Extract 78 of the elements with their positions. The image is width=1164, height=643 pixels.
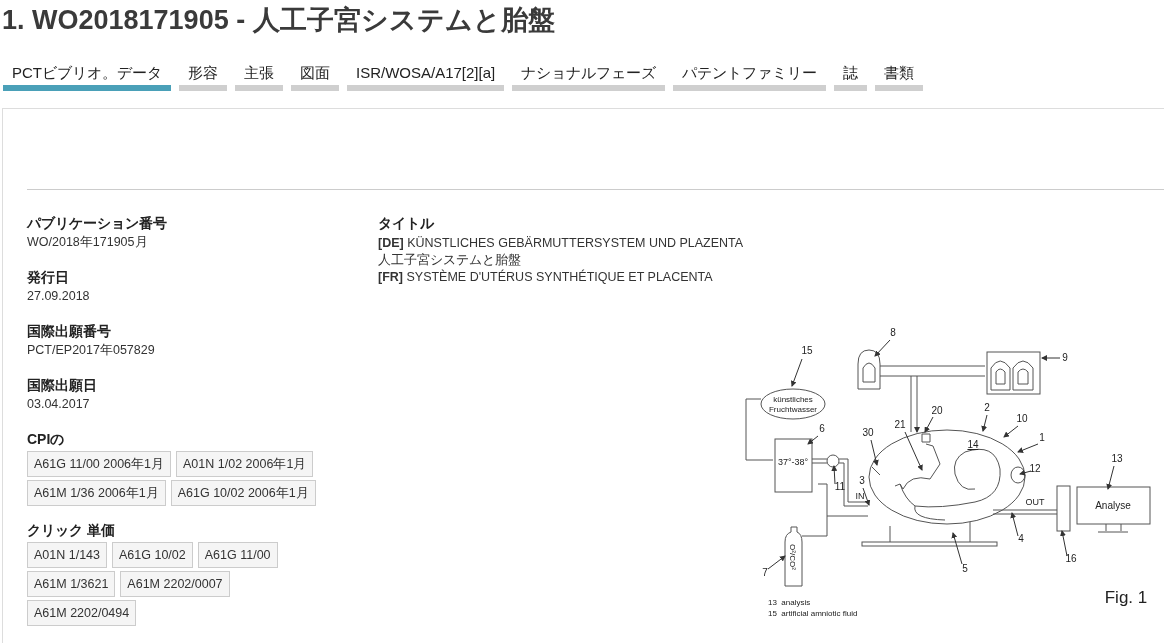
temperature-label: 37°-38° bbox=[777, 457, 809, 467]
reference-number: 12 bbox=[1029, 463, 1041, 474]
title-line: 人工子宮システムと胎盤 bbox=[378, 252, 522, 269]
reference-number: 30 bbox=[862, 427, 874, 438]
reference-number: 8 bbox=[890, 327, 896, 338]
figure-label: Fruchtwasser bbox=[769, 405, 817, 414]
classification-tag[interactable]: A61G 11/00 2006年1月 bbox=[27, 451, 172, 477]
leader-arrow bbox=[874, 339, 891, 357]
reference-number: 10 bbox=[1016, 413, 1028, 424]
leader-arrow bbox=[981, 414, 988, 432]
leader-arrow bbox=[807, 435, 819, 445]
classification-tag[interactable]: A61M 2202/0007 bbox=[120, 571, 230, 597]
reference-number: 20 bbox=[931, 405, 943, 416]
gas-label: O²/CO² bbox=[788, 544, 797, 570]
leader-arrow bbox=[862, 487, 871, 506]
classification-tag[interactable]: A01N 1/02 2006年1月 bbox=[176, 451, 314, 477]
field-value: 27.09.2018 bbox=[27, 288, 91, 305]
page-title: 1. WO2018171905 - 人工子宮システムと胎盤 bbox=[1, 4, 556, 37]
reference-number: 16 bbox=[1065, 553, 1077, 564]
classification-tag[interactable]: A61M 1/36 2006年1月 bbox=[27, 480, 166, 506]
leader-arrow bbox=[1041, 355, 1061, 361]
leader-arrow bbox=[870, 439, 879, 466]
field-value: 03.04.2017 bbox=[27, 396, 91, 413]
reference-number: 1 bbox=[1039, 432, 1045, 443]
reference-number: 15 bbox=[801, 345, 813, 356]
field-label: 発行日 bbox=[27, 268, 70, 287]
tab[interactable]: 主張 bbox=[235, 62, 283, 91]
monitor-label: Analyse bbox=[1095, 500, 1131, 511]
classification-tag[interactable]: A01N 1/143 bbox=[27, 542, 108, 568]
reference-number: 2 bbox=[984, 402, 990, 413]
reference-number: 7 bbox=[762, 567, 768, 578]
reference-number: 6 bbox=[819, 423, 825, 434]
field-value: WO/2018年171905月 bbox=[27, 234, 149, 251]
title-line: [FR] SYSTÈME D'UTÉRUS SYNTHÉTIQUE ET PLACENTA bbox=[378, 269, 714, 286]
inlet-label: IN bbox=[855, 491, 865, 501]
field-label: パブリケーション番号 bbox=[27, 214, 168, 233]
leader-arrow bbox=[790, 358, 803, 387]
reference-number: 3 bbox=[859, 475, 865, 486]
leader-arrow bbox=[951, 532, 963, 565]
reference-number: 21 bbox=[894, 419, 906, 430]
leader-arrow bbox=[1106, 465, 1115, 490]
classification-tag[interactable]: A61M 2202/0494 bbox=[27, 600, 137, 626]
classification-tag[interactable]: A61G 10/02 2006年1月 bbox=[170, 480, 316, 506]
reference-number: 5 bbox=[962, 563, 968, 574]
tab[interactable]: 形容 bbox=[179, 62, 227, 91]
outlet-label: OUT bbox=[1025, 497, 1045, 507]
classification-tag[interactable]: A61G 10/02 bbox=[112, 542, 193, 568]
field-label: 国際出願日 bbox=[27, 376, 98, 395]
leader-arrow bbox=[1003, 425, 1019, 438]
reference-number: 9 bbox=[1062, 352, 1068, 363]
reference-number: 13 bbox=[1111, 453, 1123, 464]
field-label: 国際出願番号 bbox=[27, 322, 112, 341]
figure-caption: Fig. 1 bbox=[1104, 588, 1148, 607]
reference-number: 14 bbox=[967, 439, 979, 450]
tab[interactable]: PCTビブリオ。データ bbox=[3, 62, 171, 91]
figure-label: künstliches bbox=[773, 395, 813, 404]
tab[interactable]: 書類 bbox=[875, 62, 924, 91]
section-heading: CPIの bbox=[27, 430, 66, 449]
tab[interactable]: 図面 bbox=[291, 62, 339, 91]
tab[interactable]: ナショナルフェーズ bbox=[512, 62, 666, 91]
classification-tag[interactable]: A61M 1/3621 bbox=[27, 571, 116, 597]
leader-arrow bbox=[1017, 443, 1039, 453]
section-heading: クリック 単価 bbox=[27, 521, 116, 540]
field-value: PCT/EP2017年057829 bbox=[27, 342, 156, 359]
classification-tag[interactable]: A61G 11/00 bbox=[197, 542, 278, 568]
title-line: [DE] KÜNSTLICHES GEBÄRMUTTERSYSTEM UND PLAZENTA bbox=[378, 235, 745, 252]
legend-line: 13 analysis bbox=[768, 598, 811, 607]
tab[interactable]: パテントファミリー bbox=[673, 62, 827, 91]
reference-number: 11 bbox=[834, 481, 846, 492]
tab[interactable]: 誌 bbox=[834, 62, 868, 91]
section-heading: タイトル bbox=[378, 214, 435, 233]
tab[interactable]: ISR/WOSA/A17[2][a] bbox=[347, 62, 505, 91]
leader-arrow bbox=[1060, 530, 1068, 557]
leader-arrow bbox=[1019, 469, 1032, 476]
reference-number: 4 bbox=[1018, 533, 1024, 544]
leader-arrow bbox=[767, 555, 786, 570]
legend-line: 15 artificial amniotic fluid bbox=[768, 609, 858, 618]
leader-arrow bbox=[1010, 512, 1019, 537]
